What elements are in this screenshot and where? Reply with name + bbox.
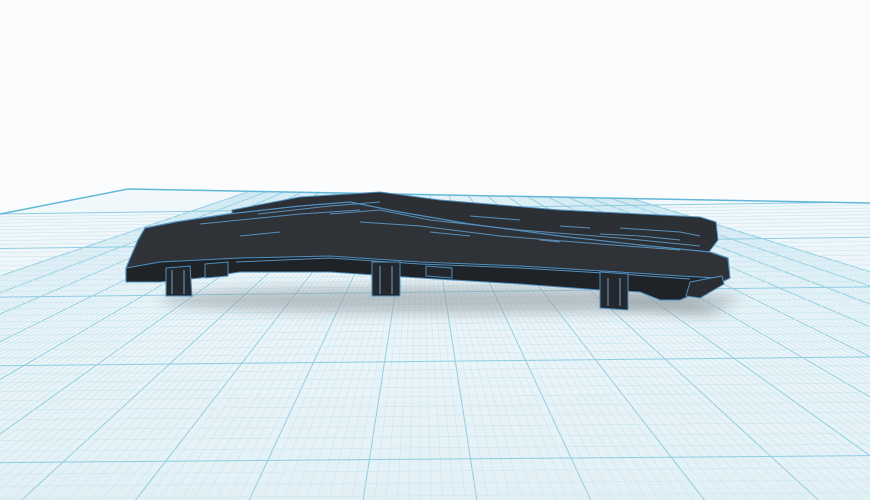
clip-tab-5 <box>425 265 453 279</box>
3d-scene[interactable] <box>0 0 870 500</box>
clip-tab-2 <box>371 261 401 297</box>
clip-tab-4 <box>204 261 229 279</box>
clip-tab-3 <box>599 271 629 311</box>
clip-tab-1 <box>165 265 193 297</box>
3d-viewport[interactable] <box>0 0 870 500</box>
